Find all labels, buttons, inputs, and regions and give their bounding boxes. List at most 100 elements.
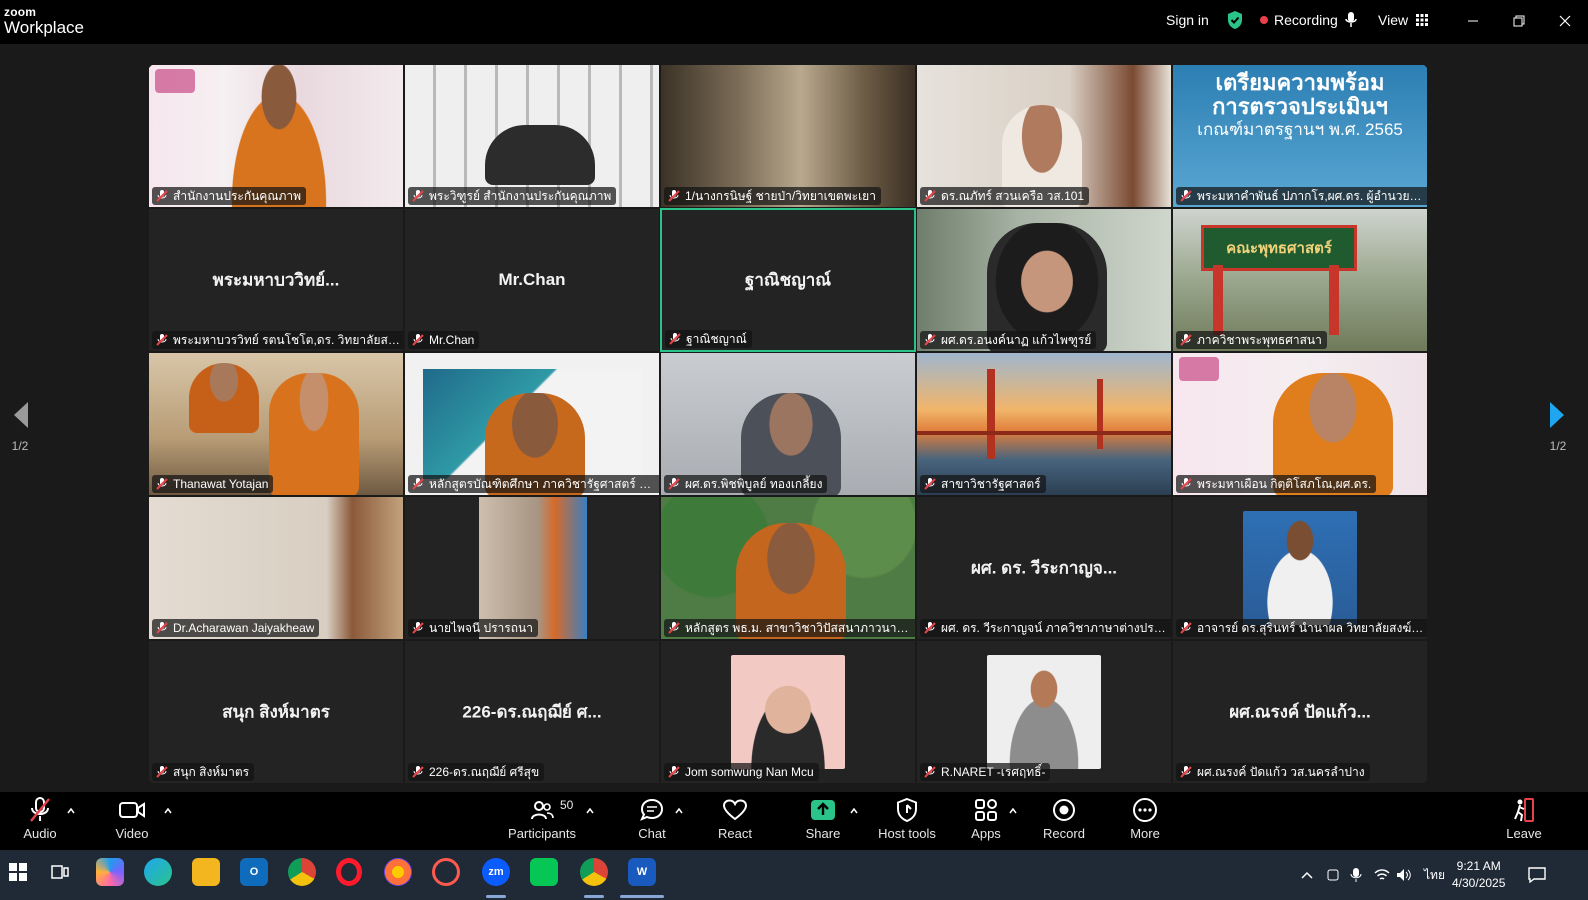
grid-view-icon (1416, 14, 1429, 26)
participants-icon (531, 801, 554, 820)
notifications-icon[interactable] (1528, 850, 1546, 900)
mic-muted-icon (412, 766, 424, 778)
close-window-button[interactable] (1552, 8, 1578, 34)
more-icon (1133, 798, 1157, 822)
participant-name-label: R.NARET -เรศฤทธิ์- (920, 763, 1051, 781)
participant-tile[interactable]: นายไพจนี ปรารถนา (404, 496, 660, 640)
participant-tile[interactable]: สนุก สิงห์มาตร สนุก สิงห์มาตร (148, 640, 404, 784)
encryption-shield-icon[interactable] (1226, 0, 1244, 40)
share-options-caret-icon[interactable] (849, 806, 859, 816)
participant-name-label: ผศ. ดร. วีระกาญจน์ ภาควิชาภาษาต่างประเทศ (920, 619, 1171, 637)
view-label: View (1378, 12, 1409, 28)
participant-tile[interactable]: Jom somwung Nan Mcu (660, 640, 916, 784)
participant-tile[interactable]: ผศ. ดร. วีระกาญจ... ผศ. ดร. วีระกาญจน์ ภ… (916, 496, 1172, 640)
chrome-profile-icon[interactable] (580, 858, 608, 886)
outlook-icon[interactable]: O (240, 858, 268, 886)
participant-tile[interactable]: สาขาวิชารัฐศาสตร์ (916, 352, 1172, 496)
recording-indicator[interactable]: Recording (1260, 0, 1338, 40)
participant-tile[interactable]: 1/นางกรนิษฐ์ ชายป่า/วิทยาเขตพะเยา (660, 64, 916, 208)
participants-options-caret-icon[interactable] (585, 806, 595, 816)
participants-label: Participants (508, 826, 576, 841)
word-icon[interactable]: W (628, 858, 656, 886)
file-explorer-icon[interactable] (192, 858, 220, 886)
participant-tile[interactable]: คณะพุทธศาสตร์ ภาควิชาพระพุทธศาสนา (1172, 208, 1428, 352)
participant-tile[interactable]: พระวิฑูรย์ สำนักงานประกันคุณภาพ (404, 64, 660, 208)
participant-tile[interactable]: ดร.ณภัทร์ สวนเครือ วส.101 (916, 64, 1172, 208)
firefox-icon[interactable] (384, 858, 412, 886)
chat-button[interactable]: Chat (630, 794, 674, 848)
bridge-tower (1097, 379, 1103, 449)
tray-app-icon[interactable] (1326, 850, 1340, 900)
share-label: Share (805, 826, 841, 841)
participant-name-label: สนุก สิงห์มาตร (152, 763, 255, 781)
host-tools-button[interactable]: Host tools (875, 794, 939, 848)
participant-tile[interactable]: สำนักงานประกันคุณภาพ (148, 64, 404, 208)
restore-button[interactable] (1506, 8, 1532, 34)
participant-tile[interactable]: พระมหาเผือน กิตฺติโสภโณ,ผศ.ดร. (1172, 352, 1428, 496)
recording-dot-icon (1260, 16, 1268, 24)
volume-icon[interactable] (1396, 850, 1412, 900)
apps-options-caret-icon[interactable] (1008, 806, 1018, 816)
next-page-button[interactable]: 1/2 (1540, 400, 1576, 453)
participant-tile[interactable]: ผศ.ดร.พิชพิบูลย์ ทองเกลี้ยง (660, 352, 916, 496)
sign-post (1213, 265, 1223, 335)
participant-tile[interactable]: หลักสูตร พธ.ม. สาขาวิชาวิปัสสนาภาวนาศึกษ… (660, 496, 916, 640)
participant-name-label: พระมหาเผือน กิตฺติโสภโณ,ผศ.ดร. (1176, 475, 1377, 493)
task-view-icon[interactable] (46, 858, 74, 886)
participant-tile[interactable]: ผศ.ดร.อนงค์นาฏ แก้วไพฑูรย์ (916, 208, 1172, 352)
participant-tile[interactable]: Mr.Chan Mr.Chan (404, 208, 660, 352)
line-app-icon[interactable] (530, 858, 558, 886)
share-screen-button[interactable]: Share (801, 794, 845, 848)
copilot-icon[interactable] (96, 858, 124, 886)
edge-browser-icon[interactable] (144, 858, 172, 886)
system-clock[interactable]: 9:21 AM 4/30/2025 (1452, 858, 1505, 892)
chat-options-caret-icon[interactable] (674, 806, 684, 816)
minimize-button[interactable] (1460, 8, 1486, 34)
participant-tile[interactable]: R.NARET -เรศฤทธิ์- (916, 640, 1172, 784)
active-speaker-tile[interactable]: ฐาณิชญาณ์ ฐาณิชญาณ์ (660, 208, 916, 352)
leave-meeting-button[interactable]: Leave (1504, 794, 1544, 848)
profile-photo (987, 655, 1101, 769)
video-button[interactable]: Video (110, 794, 154, 848)
audio-button[interactable]: Audio (18, 794, 62, 848)
input-language[interactable]: ไทย (1424, 850, 1445, 900)
participant-tile[interactable]: 226-ดร.ณฤฌีย์ ศ... 226-ดร.ณฤฌีย์ ศรีสุข (404, 640, 660, 784)
chrome-active-indicator (584, 895, 604, 898)
audio-options-caret-icon[interactable] (66, 806, 76, 816)
slide-line-1: เตรียมความพร้อม (1215, 70, 1385, 95)
participant-tile[interactable]: เตรียมความพร้อม การตรวจประเมินฯ เกณฑ์มาต… (1172, 64, 1428, 208)
participant-name-label: พระมหาบวรวิทย์ รตนโชโต,ดร. วิทยาลัยสงฆ์น… (152, 331, 403, 349)
windows-start-icon[interactable] (4, 858, 32, 886)
participant-tile[interactable]: หลักสูตรบัณฑิตศึกษา ภาควิชารัฐศาสตร์ คณะ… (404, 352, 660, 496)
sign-text: คณะพุทธศาสตร์ (1226, 240, 1332, 257)
chrome-icon[interactable] (288, 858, 316, 886)
show-hidden-icons-chevron[interactable] (1300, 850, 1314, 900)
screen-recorder-icon[interactable] (432, 858, 460, 886)
participant-name-label: หลักสูตรบัณฑิตศึกษา ภาควิชารัฐศาสตร์ คณะ… (408, 475, 659, 493)
participant-tile[interactable]: Dr.Acharawan Jaiyakheaw (148, 496, 404, 640)
wifi-icon[interactable] (1374, 850, 1390, 900)
react-button[interactable]: React (713, 794, 757, 848)
participant-tile[interactable]: ผศ.ณรงค์ ปัดแก้ว... ผศ.ณรงค์ ปัดแก้ว วส.… (1172, 640, 1428, 784)
tray-mic-icon[interactable] (1350, 850, 1362, 900)
participant-name-label: 226-ดร.ณฤฌีย์ ศรีสุข (408, 763, 545, 781)
slide-line-3: เกณฑ์มาตรฐานฯ พ.ศ. 2565 (1197, 120, 1403, 140)
participant-display-name: พระมหาบววิทย์... (212, 270, 340, 290)
zoom-app-icon[interactable]: zm (482, 858, 510, 886)
clock-date: 4/30/2025 (1452, 876, 1506, 890)
more-button[interactable]: More (1125, 794, 1165, 848)
participant-tile[interactable]: Thanawat Yotajan (148, 352, 404, 496)
mic-level-icon[interactable] (1344, 0, 1358, 40)
participant-tile[interactable]: พระมหาบววิทย์... พระมหาบวรวิทย์ รตนโชโต,… (148, 208, 404, 352)
record-icon (1053, 799, 1075, 821)
bridge-deck (917, 431, 1171, 435)
sign-in-button[interactable]: Sign in (1166, 0, 1209, 40)
apps-button[interactable]: Apps (968, 794, 1004, 848)
participant-tile[interactable]: อาจารย์ ดร.สุรินทร์ นำนาผล วิทยาลัยสงฆ์ร… (1172, 496, 1428, 640)
participants-button[interactable]: 50 Participants (504, 794, 580, 848)
view-button[interactable]: View (1378, 0, 1429, 40)
opera-icon[interactable] (336, 858, 362, 886)
record-button[interactable]: Record (1042, 794, 1086, 848)
video-options-caret-icon[interactable] (163, 806, 173, 816)
previous-page-button[interactable]: 1/2 (2, 400, 38, 453)
